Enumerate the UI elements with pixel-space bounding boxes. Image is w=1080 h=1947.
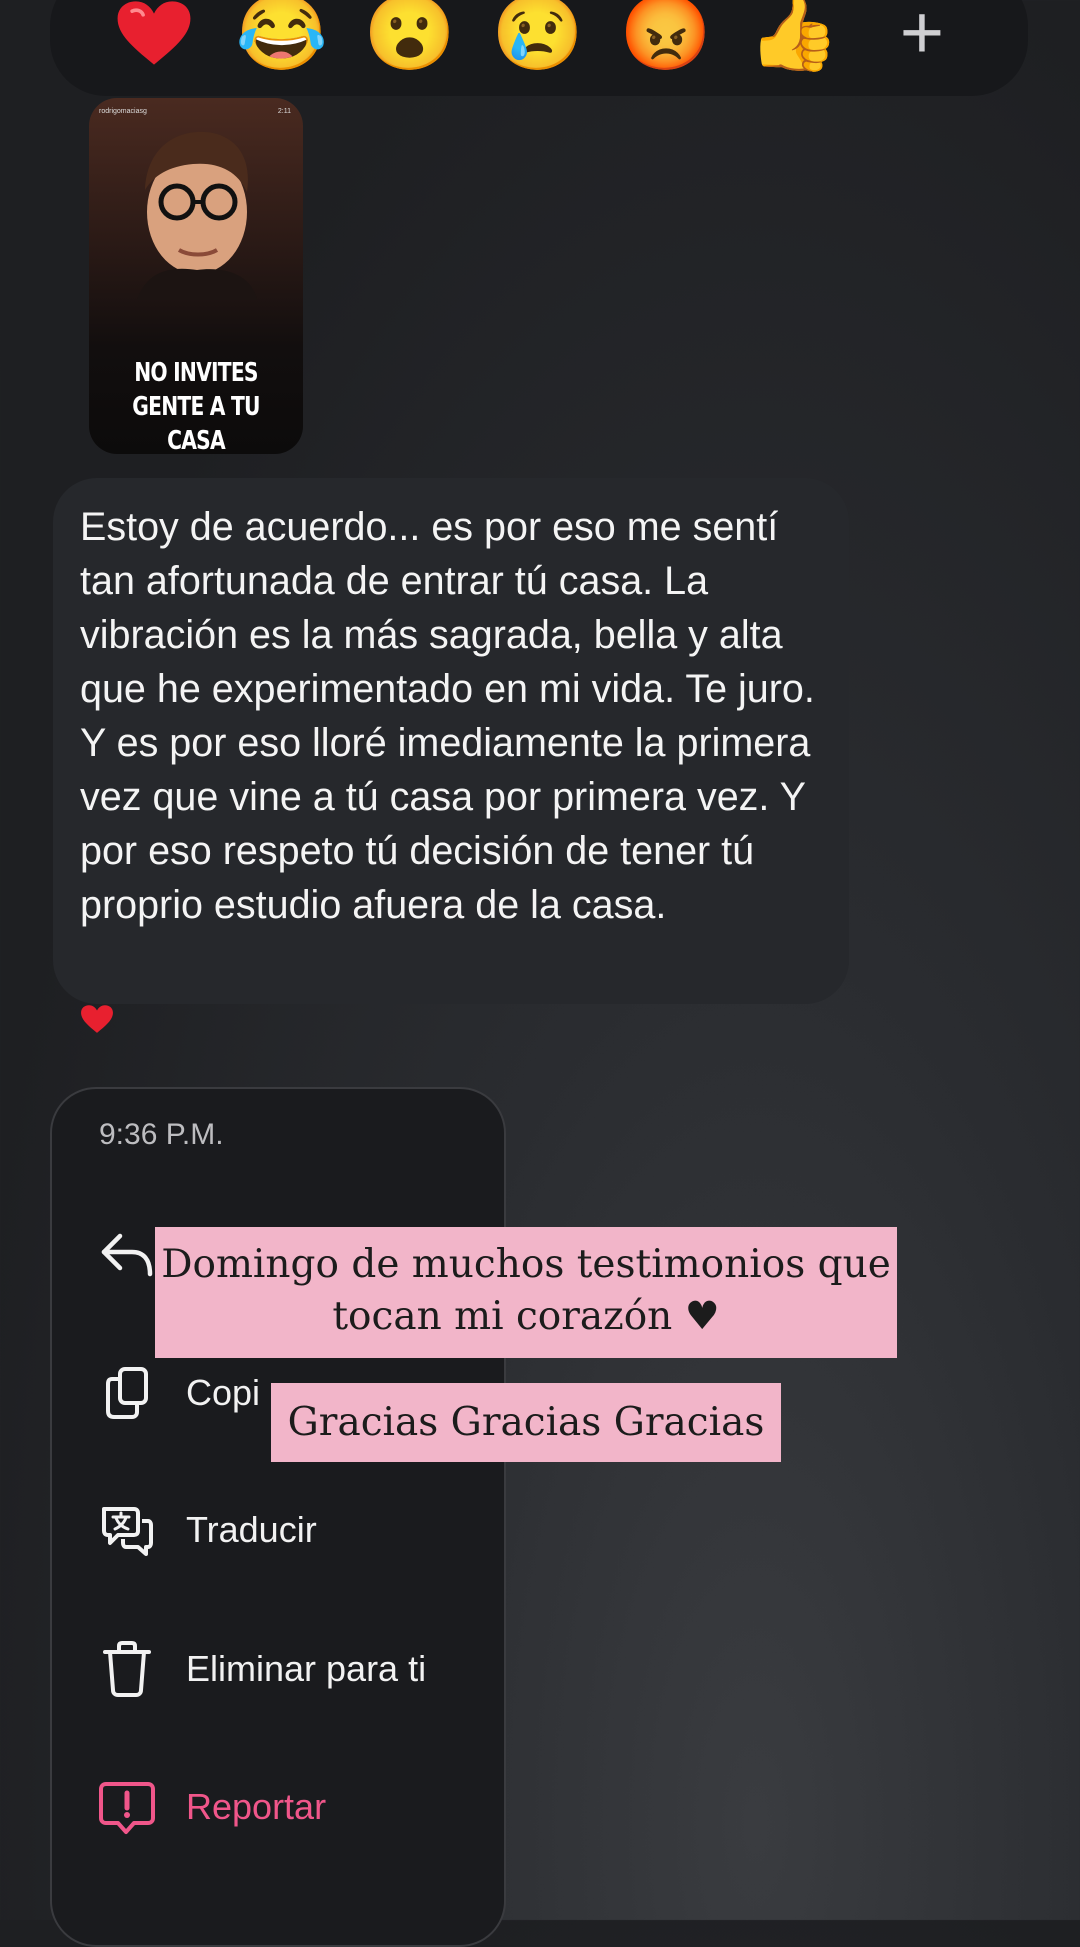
heart-icon — [81, 1005, 113, 1033]
report-icon — [98, 1778, 156, 1836]
trash-icon — [98, 1640, 156, 1698]
reply-icon — [98, 1225, 156, 1283]
add-reaction-icon[interactable]: + — [858, 0, 986, 83]
message-timestamp: 9:36 P.M. — [99, 1118, 224, 1151]
translate-icon — [98, 1501, 156, 1559]
copy-icon — [98, 1364, 156, 1422]
laughing-reaction-icon[interactable]: 😂 — [218, 0, 346, 83]
menu-item-report-label: Reportar — [186, 1786, 327, 1827]
overlay-caption-testimonios: Domingo de muchos testimonios que tocan … — [155, 1227, 897, 1358]
menu-item-translate[interactable]: Traducir — [98, 1501, 317, 1559]
heart-reaction-icon[interactable] — [90, 0, 218, 109]
thumbs-up-reaction-icon[interactable]: 👍 — [730, 0, 858, 83]
crying-reaction-icon[interactable]: 😢 — [474, 0, 602, 83]
reel-caption: NO INVITES GENTE A TU CASA — [113, 356, 280, 454]
overlay-caption-gracias: Gracias Gracias Gracias — [271, 1383, 781, 1462]
menu-item-translate-label: Traducir — [186, 1509, 317, 1550]
reaction-bar: 😂 😮 😢 😡 👍 + — [50, 0, 1028, 109]
reel-caption-line2: GENTE A TU CASA — [132, 392, 260, 454]
reel-username: rodrigomaciasg — [99, 108, 147, 115]
message-text: Estoy de acuerdo... es por eso me sentí … — [80, 505, 815, 927]
reel-duration: 2:11 — [277, 108, 291, 115]
angry-reaction-icon[interactable]: 😡 — [602, 0, 730, 83]
menu-item-copy-label: Copi — [186, 1372, 261, 1413]
overlay-caption-line1: Domingo de muchos testimonios que — [161, 1242, 891, 1287]
person-face-icon — [137, 131, 257, 300]
menu-item-delete-label: Eliminar para ti — [186, 1648, 427, 1689]
menu-item-copy[interactable]: Copi — [98, 1364, 260, 1422]
heart-icon — [117, 1, 191, 65]
menu-item-report[interactable]: Reportar — [98, 1778, 326, 1836]
reel-caption-line1: NO INVITES — [134, 358, 258, 388]
menu-item-delete[interactable]: Eliminar para ti — [98, 1640, 426, 1698]
shared-reel-thumbnail[interactable]: rodrigomaciasg 2:11 NO INVITES GENTE A T… — [89, 98, 303, 454]
message-reaction — [80, 1004, 114, 1039]
overlay-caption-line2: tocan mi corazón ♥ — [332, 1294, 720, 1339]
surprised-reaction-icon[interactable]: 😮 — [346, 0, 474, 83]
